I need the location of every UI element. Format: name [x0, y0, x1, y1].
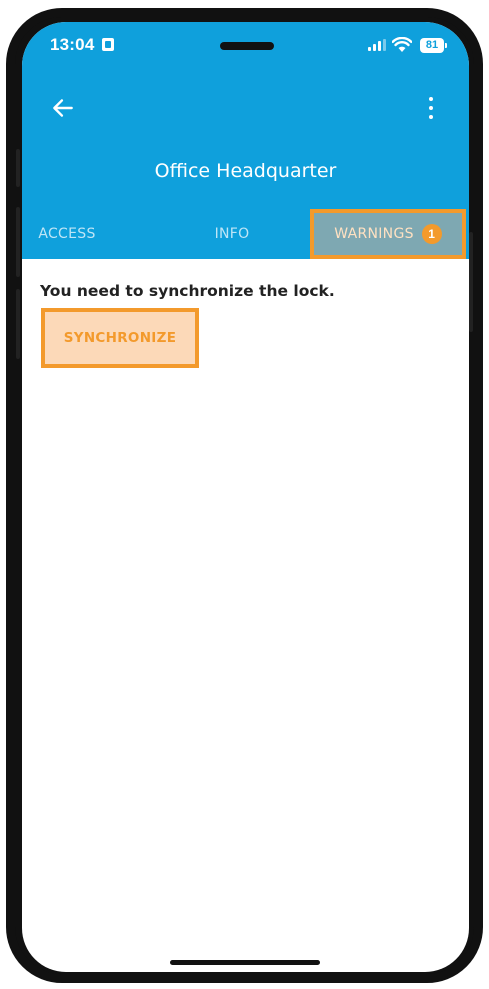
sim-card-icon — [102, 38, 114, 51]
more-vertical-icon[interactable] — [426, 96, 436, 120]
tab-warnings[interactable]: WARNINGS 1 — [310, 209, 466, 259]
tab-info[interactable]: INFO — [192, 209, 272, 259]
wifi-icon — [392, 37, 412, 52]
power-button — [469, 232, 473, 332]
screen: 13:04 81 Office Headquarter ACCESS INFO … — [22, 22, 469, 972]
page-title: Office Headquarter — [154, 160, 337, 182]
tab-bar: ACCESS INFO WARNINGS 1 — [22, 209, 469, 259]
status-bar: 13:04 81 — [22, 22, 469, 72]
tab-warnings-label: WARNINGS — [334, 226, 414, 242]
signal-icon — [368, 39, 386, 51]
synchronize-button[interactable]: SYNCHRONIZE — [41, 308, 199, 368]
arrow-left-icon[interactable] — [50, 95, 76, 121]
sync-message: You need to synchronize the lock. — [40, 282, 335, 300]
battery-icon: 81 — [420, 38, 447, 53]
app-bar: 13:04 81 Office Headquarter ACCESS INFO … — [22, 22, 469, 259]
tab-access[interactable]: ACCESS — [22, 209, 112, 259]
warnings-count-badge: 1 — [421, 224, 442, 244]
volume-down-button — [16, 289, 20, 359]
ringer-switch — [16, 149, 20, 187]
status-time: 13:04 — [50, 35, 95, 54]
home-indicator — [170, 960, 320, 965]
volume-up-button — [16, 207, 20, 277]
dynamic-island — [220, 42, 274, 50]
